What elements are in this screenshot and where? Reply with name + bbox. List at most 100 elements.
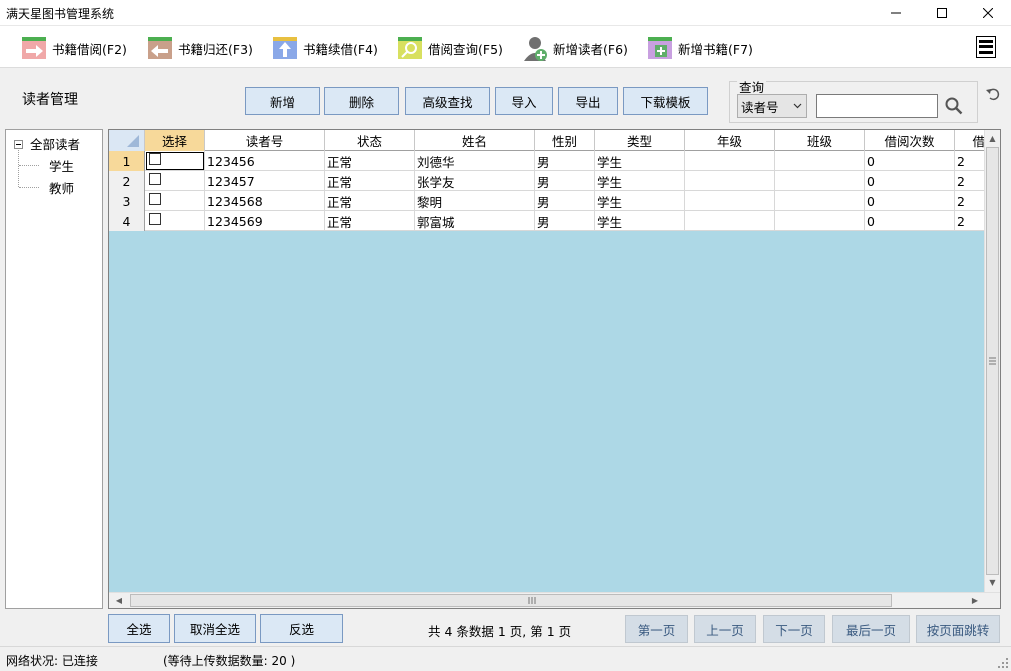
tree-item-all-readers[interactable]: 全部读者 bbox=[30, 134, 80, 153]
scroll-left-icon[interactable]: ◀ bbox=[111, 594, 127, 607]
vertical-scroll-thumb[interactable] bbox=[986, 147, 999, 575]
column-header-status[interactable]: 状态 bbox=[325, 130, 415, 151]
row-number[interactable]: 3 bbox=[109, 191, 145, 211]
cell-status[interactable]: 正常 bbox=[325, 191, 415, 211]
row-select-cell[interactable] bbox=[145, 171, 205, 191]
cell-borrow-count[interactable]: 0 bbox=[865, 211, 955, 231]
row-number[interactable]: 1 bbox=[109, 151, 145, 171]
delete-button[interactable]: 删除 bbox=[324, 87, 399, 115]
column-header-class[interactable]: 班级 bbox=[775, 130, 865, 151]
add-book-button[interactable]: 新增书籍(F7) bbox=[646, 33, 753, 63]
column-header-type[interactable]: 类型 bbox=[595, 130, 685, 151]
cell-borrow-count[interactable]: 0 bbox=[865, 151, 955, 171]
row-select-cell[interactable] bbox=[145, 211, 205, 231]
cell-truncated[interactable]: 2 bbox=[955, 191, 986, 211]
query-field-select[interactable]: 读者号 bbox=[737, 94, 807, 118]
next-page-button[interactable]: 下一页 bbox=[763, 615, 825, 643]
cell-reader-id[interactable]: 1234569 bbox=[205, 211, 325, 231]
tree-item-teachers[interactable]: 教师 bbox=[49, 178, 74, 197]
scroll-right-icon[interactable]: ▶ bbox=[967, 594, 983, 607]
horizontal-scrollbar[interactable]: ◀ ▶ bbox=[109, 592, 1000, 608]
invert-selection-button[interactable]: 反选 bbox=[260, 614, 343, 643]
cell-type[interactable]: 学生 bbox=[595, 151, 685, 171]
cell-name[interactable]: 郭富城 bbox=[415, 211, 535, 231]
last-page-button[interactable]: 最后一页 bbox=[832, 615, 910, 643]
book-return-button[interactable]: 书籍归还(F3) bbox=[146, 33, 253, 63]
table-row[interactable]: 1 123456 正常 刘德华 男 学生 0 2 bbox=[109, 151, 986, 171]
menu-button[interactable] bbox=[976, 36, 996, 58]
add-reader-button[interactable]: 新增读者(F6) bbox=[521, 33, 628, 63]
horizontal-scroll-thumb[interactable] bbox=[130, 594, 892, 607]
cell-reader-id[interactable]: 123457 bbox=[205, 171, 325, 191]
cell-name[interactable]: 黎明 bbox=[415, 191, 535, 211]
prev-page-button[interactable]: 上一页 bbox=[694, 615, 756, 643]
row-checkbox[interactable] bbox=[149, 213, 161, 225]
column-header-borrow-count[interactable]: 借阅次数 bbox=[865, 130, 955, 151]
vertical-scrollbar[interactable]: ▲ ▼ bbox=[984, 130, 1000, 592]
cell-class[interactable] bbox=[775, 211, 865, 231]
add-button[interactable]: 新增 bbox=[245, 87, 320, 115]
search-input[interactable] bbox=[816, 94, 938, 118]
cell-type[interactable]: 学生 bbox=[595, 191, 685, 211]
cell-truncated[interactable]: 2 bbox=[955, 151, 986, 171]
row-checkbox[interactable] bbox=[149, 193, 161, 205]
cell-name[interactable]: 张学友 bbox=[415, 171, 535, 191]
select-all-button[interactable]: 全选 bbox=[108, 614, 170, 643]
cell-grade[interactable] bbox=[685, 211, 775, 231]
jump-page-button[interactable]: 按页面跳转 bbox=[916, 615, 1000, 643]
row-select-cell[interactable] bbox=[145, 151, 205, 171]
column-header-gender[interactable]: 性别 bbox=[535, 130, 595, 151]
deselect-all-button[interactable]: 取消全选 bbox=[174, 614, 256, 643]
column-header-name[interactable]: 姓名 bbox=[415, 130, 535, 151]
cell-gender[interactable]: 男 bbox=[535, 211, 595, 231]
close-button[interactable] bbox=[965, 0, 1011, 26]
select-all-corner[interactable] bbox=[109, 130, 145, 151]
cell-borrow-count[interactable]: 0 bbox=[865, 191, 955, 211]
cell-truncated[interactable]: 2 bbox=[955, 171, 986, 191]
cell-grade[interactable] bbox=[685, 151, 775, 171]
table-row[interactable]: 4 1234569 正常 郭富城 男 学生 0 2 bbox=[109, 211, 986, 231]
cell-gender[interactable]: 男 bbox=[535, 191, 595, 211]
cell-class[interactable] bbox=[775, 171, 865, 191]
cell-reader-id[interactable]: 1234568 bbox=[205, 191, 325, 211]
resize-grip-icon[interactable] bbox=[997, 657, 1009, 669]
maximize-button[interactable] bbox=[919, 0, 965, 26]
column-header-select[interactable]: 选择 bbox=[145, 130, 205, 151]
advanced-search-button[interactable]: 高级查找 bbox=[405, 87, 490, 115]
scroll-down-icon[interactable]: ▼ bbox=[986, 576, 999, 589]
cell-type[interactable]: 学生 bbox=[595, 211, 685, 231]
cell-status[interactable]: 正常 bbox=[325, 211, 415, 231]
cell-grade[interactable] bbox=[685, 171, 775, 191]
book-borrow-button[interactable]: 书籍借阅(F2) bbox=[20, 33, 127, 63]
column-header-truncated[interactable]: 借 bbox=[955, 130, 986, 151]
cell-status[interactable]: 正常 bbox=[325, 151, 415, 171]
cell-reader-id[interactable]: 123456 bbox=[205, 151, 325, 171]
row-checkbox[interactable] bbox=[149, 173, 161, 185]
import-button[interactable]: 导入 bbox=[495, 87, 553, 115]
cell-gender[interactable]: 男 bbox=[535, 151, 595, 171]
book-renew-button[interactable]: 书籍续借(F4) bbox=[271, 33, 378, 63]
export-button[interactable]: 导出 bbox=[558, 87, 618, 115]
cell-type[interactable]: 学生 bbox=[595, 171, 685, 191]
first-page-button[interactable]: 第一页 bbox=[625, 615, 688, 643]
cell-truncated[interactable]: 2 bbox=[955, 211, 986, 231]
row-number[interactable]: 2 bbox=[109, 171, 145, 191]
cell-gender[interactable]: 男 bbox=[535, 171, 595, 191]
minimize-button[interactable] bbox=[873, 0, 919, 26]
refresh-button[interactable] bbox=[985, 86, 1001, 102]
row-select-cell[interactable] bbox=[145, 191, 205, 211]
borrow-search-button[interactable]: 借阅查询(F5) bbox=[396, 33, 503, 63]
cell-name[interactable]: 刘德华 bbox=[415, 151, 535, 171]
column-header-reader-id[interactable]: 读者号 bbox=[205, 130, 325, 151]
cell-status[interactable]: 正常 bbox=[325, 171, 415, 191]
download-template-button[interactable]: 下载模板 bbox=[623, 87, 708, 115]
column-header-grade[interactable]: 年级 bbox=[685, 130, 775, 151]
table-row[interactable]: 3 1234568 正常 黎明 男 学生 0 2 bbox=[109, 191, 986, 211]
tree-collapse-toggle[interactable] bbox=[14, 140, 23, 149]
search-button[interactable] bbox=[940, 92, 968, 120]
scroll-up-icon[interactable]: ▲ bbox=[986, 132, 999, 145]
cell-class[interactable] bbox=[775, 191, 865, 211]
cell-grade[interactable] bbox=[685, 191, 775, 211]
row-checkbox[interactable] bbox=[149, 153, 161, 165]
cell-class[interactable] bbox=[775, 151, 865, 171]
